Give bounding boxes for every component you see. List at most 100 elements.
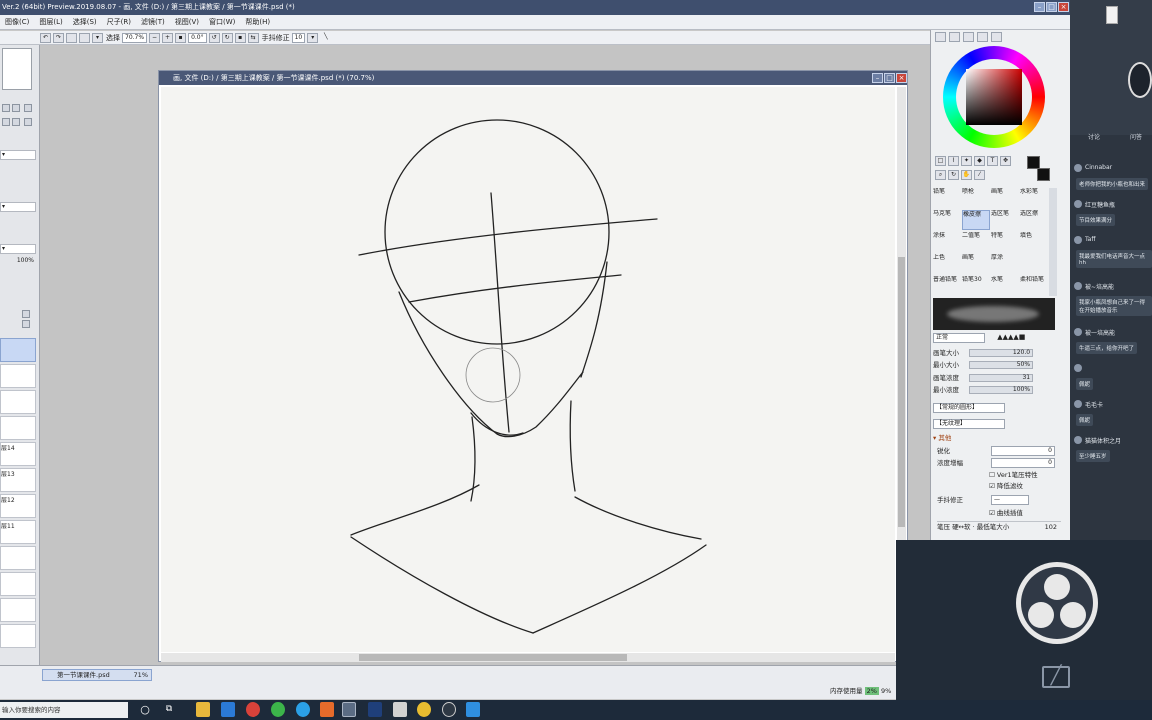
zoom-tool-icon[interactable]: ⌕ — [935, 170, 946, 180]
paint-tool-sai-icon[interactable] — [393, 702, 407, 717]
menu-item-select[interactable]: 选择(S) — [68, 17, 102, 27]
advanced-header[interactable]: ▾ 其他 — [933, 433, 1057, 444]
file-explorer-icon[interactable] — [196, 702, 210, 717]
rotate-left-icon[interactable]: ↺ — [208, 32, 220, 43]
brush-slot[interactable]: 画笔 — [991, 188, 1019, 208]
rotation-field[interactable]: 0.0° — [188, 32, 207, 43]
layer-item-12[interactable]: 层12 — [0, 494, 36, 518]
layer-item[interactable] — [0, 416, 36, 440]
layer-item[interactable] — [0, 546, 36, 570]
magic-wand-icon[interactable]: ✦ — [961, 156, 972, 166]
mail-icon[interactable] — [221, 702, 235, 717]
menu-item-view[interactable]: 视图(V) — [170, 17, 204, 27]
menu-item-layer[interactable]: 图层(L) — [34, 17, 67, 27]
eyedropper-icon[interactable]: ⁄ — [974, 170, 985, 180]
brush-mode-select[interactable]: 正常 — [933, 333, 985, 343]
nav-fit-icon[interactable] — [24, 104, 32, 112]
zoom-out-icon[interactable]: − — [149, 32, 161, 43]
fill-icon[interactable]: ◆ — [974, 156, 985, 166]
layer-new-icon[interactable] — [22, 310, 30, 318]
color-wheel-tab[interactable] — [935, 32, 946, 42]
layer-item-selected[interactable] — [0, 338, 36, 362]
brush-slot[interactable]: 画笔 — [962, 254, 990, 274]
density-slider[interactable]: 31 — [969, 374, 1034, 382]
layer-item-11[interactable]: 层11 — [0, 520, 36, 544]
layer-item[interactable] — [0, 390, 36, 414]
stabilizer-dropdown-icon[interactable]: ▾ — [307, 32, 319, 43]
brush-slot[interactable]: 涂抹 — [933, 232, 961, 252]
brush-slot[interactable]: 橡皮擦 — [962, 210, 990, 230]
brush-slot[interactable]: 厚涂 — [991, 254, 1019, 274]
pen-pressure-icon[interactable]: ╲ — [320, 33, 331, 43]
camera-off-icon[interactable]: ╱ — [1042, 666, 1070, 688]
horizontal-scrollbar[interactable] — [161, 653, 895, 662]
min-size-slider[interactable]: 50% — [969, 361, 1034, 369]
depth-field[interactable]: 0 — [991, 458, 1055, 468]
move-icon[interactable]: ✥ — [1000, 156, 1011, 166]
opacity-value[interactable]: 100% — [4, 257, 34, 266]
brush-slot[interactable]: 普通铅笔 — [933, 276, 961, 296]
brush-slot[interactable]: 马克笔 — [933, 210, 961, 230]
hsv-slider-tab[interactable] — [963, 32, 974, 42]
horizontal-scroll-thumb[interactable] — [359, 654, 627, 661]
brush-shape-icons[interactable]: ▲▲▲▲■ — [997, 333, 1025, 341]
menu-item-filter[interactable]: 滤镜(T) — [136, 17, 170, 27]
rect-select-icon[interactable]: □ — [935, 156, 946, 166]
cortana-icon[interactable]: ○ — [138, 702, 152, 717]
screen-capture-icon[interactable] — [466, 702, 480, 717]
texture-select[interactable]: 【无纹理】 — [933, 419, 1005, 429]
layer-item[interactable] — [0, 364, 36, 388]
brush-slot[interactable]: 选区笔 — [991, 210, 1019, 230]
menu-item-image[interactable]: 图像(C) — [0, 17, 34, 27]
navigator-file-tab[interactable]: 第一节课课件.psd 71% — [42, 669, 152, 681]
navigator-thumbnail[interactable] — [2, 48, 32, 90]
brush-slot[interactable]: 水笔 — [991, 276, 1019, 296]
zoom-field[interactable]: 70.7% — [122, 32, 148, 43]
task-view-icon[interactable]: ⧉ — [162, 702, 176, 717]
layer-item[interactable] — [0, 572, 36, 596]
brush-slot[interactable]: 水彩笔 — [1020, 188, 1048, 208]
doc-minimize-icon[interactable]: – — [872, 73, 883, 83]
rgb-slider-tab[interactable] — [949, 32, 960, 42]
sharpen-field[interactable]: 0 — [991, 446, 1055, 456]
browser-active-icon[interactable] — [342, 702, 356, 717]
brush-slot[interactable]: 铅笔30 — [962, 276, 990, 296]
taskbar-search[interactable]: 输入你要搜索的内容 — [0, 702, 128, 718]
netease-music-icon[interactable] — [246, 702, 260, 717]
menu-item-window[interactable]: 窗口(W) — [204, 17, 240, 27]
brush-slot[interactable]: 喷枪 — [962, 188, 990, 208]
vertical-scroll-thumb[interactable] — [898, 257, 905, 527]
brush-slot[interactable]: 柔和铅笔 — [1020, 276, 1048, 296]
nav-zoom-out-icon[interactable] — [2, 104, 10, 112]
menu-item-help[interactable]: 帮助(H) — [240, 17, 275, 27]
zoom-reset-icon[interactable]: ▪ — [175, 32, 187, 43]
nav-zoom-in-icon[interactable] — [12, 104, 20, 112]
wechat-icon[interactable] — [271, 702, 285, 717]
nav-rotate-left-icon[interactable] — [2, 118, 10, 126]
doc-close-icon[interactable]: × — [896, 73, 907, 83]
brush-slot[interactable] — [1020, 254, 1048, 274]
qq-chat-icon[interactable] — [296, 702, 310, 717]
obs-task-icon[interactable] — [442, 702, 456, 717]
drawing-canvas[interactable] — [161, 87, 895, 652]
background-color-swatch[interactable] — [1037, 168, 1050, 181]
layer-item-13[interactable]: 层13 — [0, 468, 36, 492]
flip-icon[interactable]: ⇆ — [247, 32, 259, 43]
photoshop-icon[interactable] — [368, 702, 382, 717]
close-icon[interactable]: × — [1058, 2, 1069, 12]
layer-item[interactable] — [0, 598, 36, 622]
lasso-icon[interactable]: ⌇ — [948, 156, 959, 166]
brush-slot[interactable]: 上色 — [933, 254, 961, 274]
layer-mode-select[interactable]: ▾ — [0, 202, 36, 212]
text-icon[interactable]: T — [987, 156, 998, 166]
min-density-slider[interactable]: 100% — [969, 386, 1034, 394]
blend-mode-select[interactable]: ▾ — [0, 150, 36, 160]
menu-item-ruler[interactable]: 尺子(R) — [102, 17, 136, 27]
nav-rotate-right-icon[interactable] — [12, 118, 20, 126]
minimize-icon[interactable]: – — [1034, 2, 1045, 12]
brush-size-slider[interactable]: 120.0 — [969, 349, 1034, 357]
layer-option-select[interactable]: ▾ — [0, 244, 36, 254]
selection-toggle-icon[interactable]: ▾ — [92, 32, 103, 43]
hand-icon[interactable]: ✋ — [961, 170, 972, 180]
layer-item[interactable] — [0, 624, 36, 648]
